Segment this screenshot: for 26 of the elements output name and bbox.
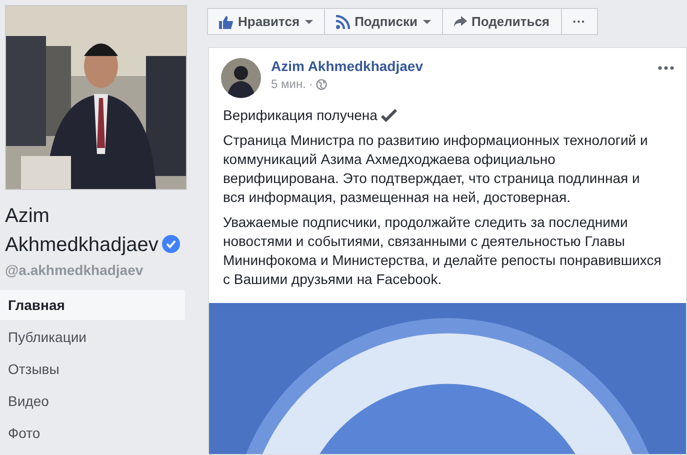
profile-handle: @a.akhmedkhadjaev [5, 262, 144, 278]
thumbs-up-icon [219, 14, 233, 28]
post-paragraph: Страница Министра по развитию информационных технологий и коммуникаций Азима Ахмедходжаева официально верифицирована. Это подтверждает, что страница подлинная и вся информация, размещенная на ней, достоверная. [223, 131, 649, 207]
globe-icon [316, 78, 327, 90]
rss-icon [336, 14, 350, 28]
post-title: Верификация получена [223, 106, 378, 125]
like-button[interactable]: Нравится [207, 8, 325, 35]
nav-item[interactable]: Главная [0, 290, 185, 320]
checkmark-icon [381, 109, 398, 122]
profile-name: Azim Akhmedkhadjaev [5, 202, 185, 260]
caret-icon [304, 20, 313, 24]
post-time: 5 мин. [271, 77, 306, 91]
separator: · [308, 77, 313, 91]
share-arrow-icon [454, 16, 466, 28]
post-paragraph: Уважаемые подписчики, продолжайте следить за последними новостями и событиями, связанными с деятельностью Главы Мининфокома и Министерства, и делайте репосты понравившихся с Вашими друзьями на Facebook. [223, 213, 662, 289]
author-link[interactable]: Azim Akhmedkhadjaev [271, 58, 648, 74]
share-button[interactable]: Поделиться [442, 8, 562, 35]
caret-icon [422, 20, 430, 24]
nav-item[interactable]: Отзывы [0, 354, 185, 384]
more-button[interactable]: ··· [560, 8, 598, 35]
follow-button[interactable]: Подписки [324, 8, 442, 35]
nav-item[interactable]: Фото [0, 418, 185, 448]
more-icon [658, 66, 674, 70]
avatar [221, 58, 261, 98]
nav-item[interactable]: Публикации [0, 322, 185, 352]
nav-item[interactable]: Видео [0, 386, 185, 416]
